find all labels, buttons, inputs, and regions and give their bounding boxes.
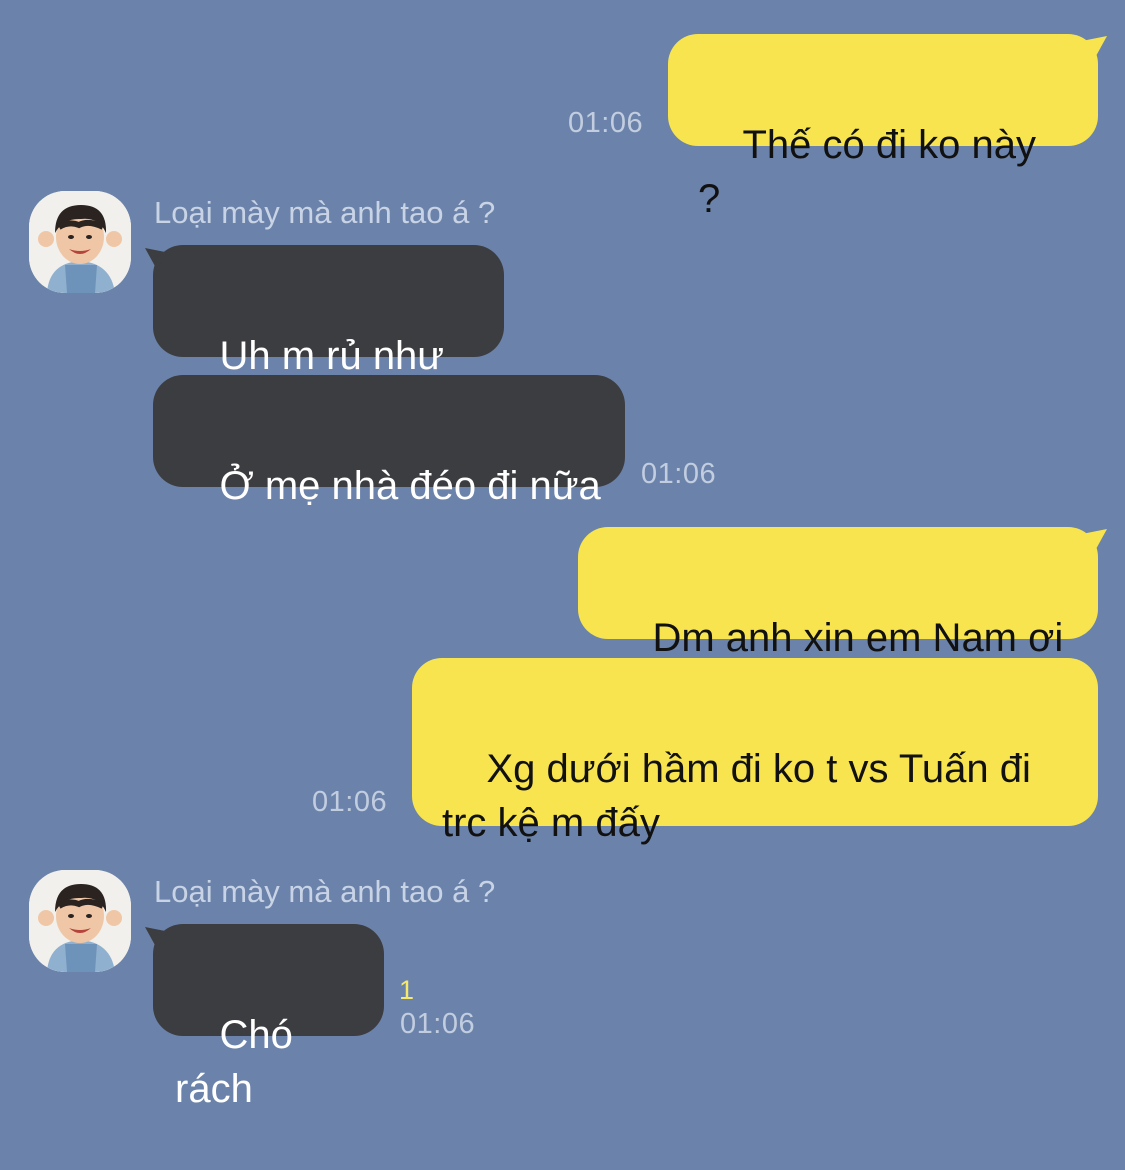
message-time: 01:06 — [312, 786, 388, 818]
incoming-message-bubble[interactable]: Ở mẹ nhà đéo đi nữa — [153, 375, 625, 508]
sender-name: Loại mày mà anh tao á ? — [154, 195, 496, 230]
incoming-message-bubble[interactable]: Uh m rủ như rủ — [153, 245, 504, 432]
outgoing-message-bubble[interactable]: Xg dưới hầm đi ko t vs Tuấn đi trc kệ m … — [412, 658, 1098, 845]
sender-name: Loại mày mà anh tao á ? — [154, 874, 496, 909]
message-text: Xg dưới hầm đi ko t vs Tuấn đi trc kệ m … — [442, 747, 1031, 845]
message-text: Dm anh xin em Nam ơi — [652, 616, 1064, 660]
message-text: Ở mẹ nhà đéo đi nữa — [219, 464, 601, 508]
message-time: 01:06 — [641, 458, 717, 490]
read-count-badge: 1 — [399, 975, 415, 1005]
child-photo-avatar-icon — [29, 870, 131, 972]
message-time: 01:06 — [400, 1008, 476, 1040]
chat-area[interactable]: Thế có đi ko này ? 01:06 Loại mày mà anh… — [0, 0, 1125, 1111]
contact-avatar[interactable] — [29, 870, 131, 972]
outgoing-message-bubble[interactable]: Dm anh xin em Nam ơi — [578, 527, 1098, 660]
outgoing-message-bubble[interactable]: Thế có đi ko này ? — [668, 34, 1098, 221]
message-time: 01:06 — [568, 107, 644, 139]
incoming-message-bubble[interactable]: Chó rách — [153, 924, 384, 1111]
child-photo-avatar-icon — [29, 191, 131, 293]
message-text: Thế có đi ko này ? — [698, 123, 1048, 221]
message-text: Chó rách — [175, 1013, 304, 1111]
contact-avatar[interactable] — [29, 191, 131, 293]
